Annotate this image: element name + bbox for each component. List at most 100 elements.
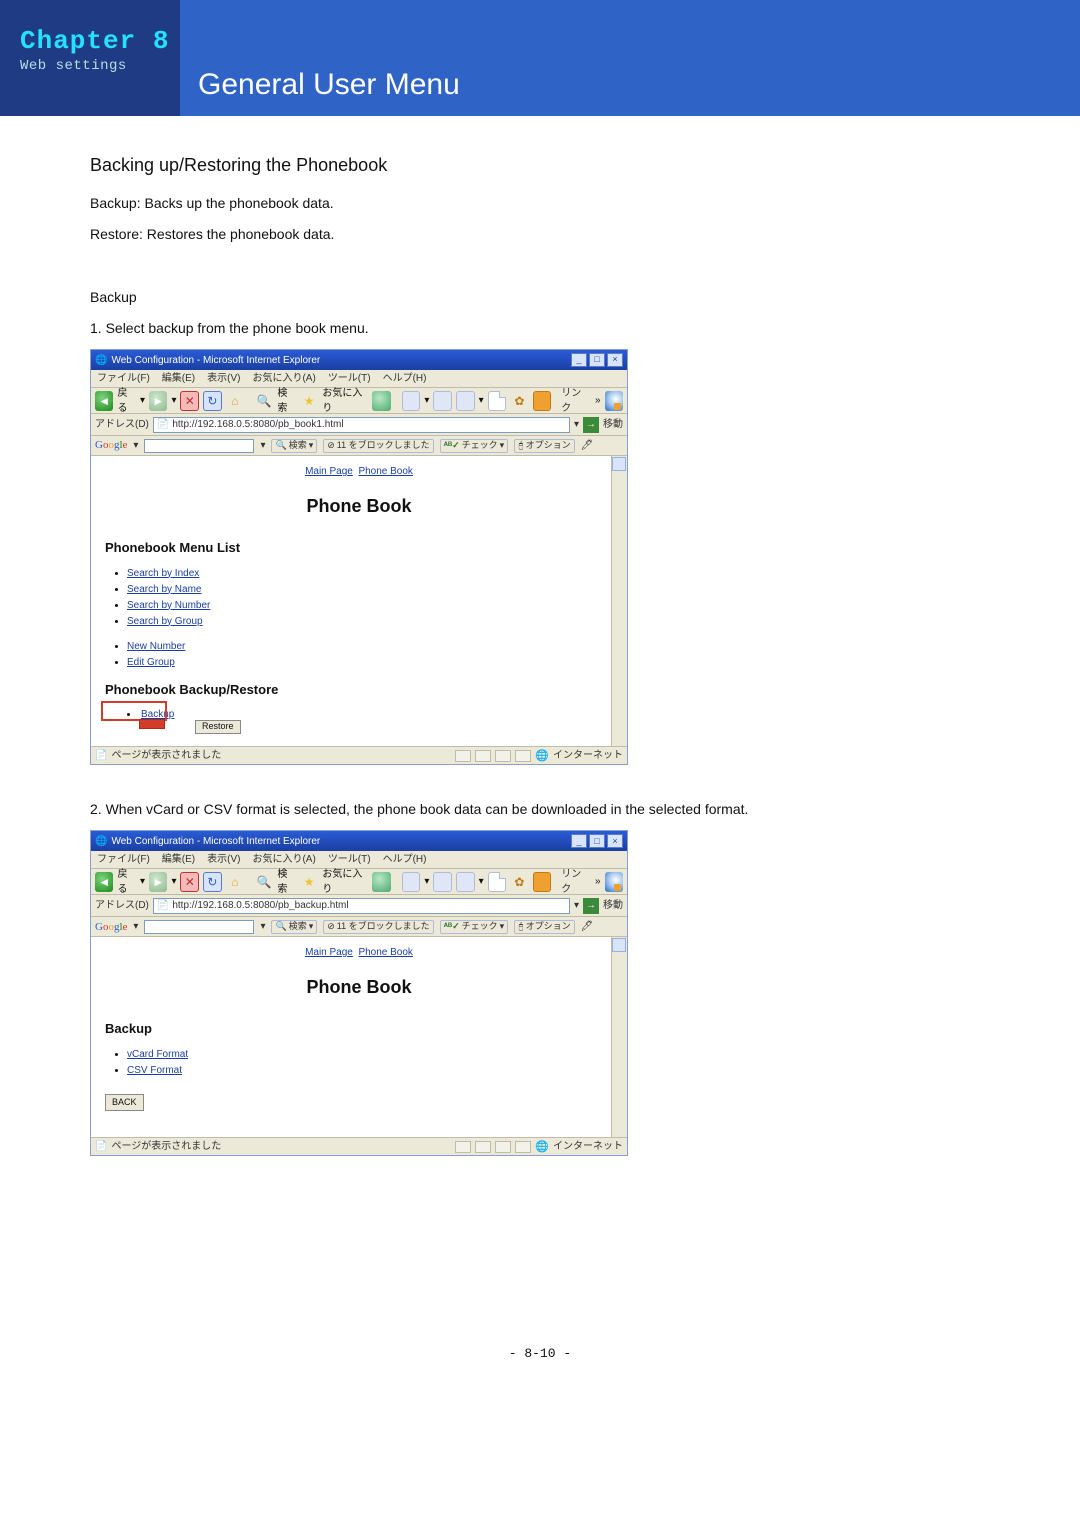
options-button[interactable]: 🖯 オプション xyxy=(514,439,574,453)
address-input[interactable]: 📄 http://192.168.0.5:8080/pb_backup.html xyxy=(153,898,570,914)
link-new-number[interactable]: New Number xyxy=(127,641,185,652)
link-vcard[interactable]: vCard Format xyxy=(127,1049,188,1060)
menu-file[interactable]: ファイル(F) xyxy=(97,852,150,867)
edit-dropdown-icon[interactable]: ▾ xyxy=(479,393,484,408)
menu-tools[interactable]: ツール(T) xyxy=(328,371,371,386)
link-search-index[interactable]: Search by Index xyxy=(127,568,199,579)
menu-tools[interactable]: ツール(T) xyxy=(328,852,371,867)
mail-dropdown-icon[interactable]: ▾ xyxy=(424,393,429,408)
refresh-icon[interactable]: ↻ xyxy=(203,872,222,892)
spellcheck-button[interactable]: ᴬᴮ✓ チェック ▾ xyxy=(440,920,509,934)
refresh-icon[interactable]: ↻ xyxy=(203,391,222,411)
print-icon[interactable] xyxy=(433,391,452,411)
mail-icon[interactable] xyxy=(402,872,421,892)
links-label[interactable]: リンク xyxy=(559,386,591,416)
stop-icon[interactable]: ✕ xyxy=(180,391,199,411)
favorites-label[interactable]: お気に入り xyxy=(322,867,368,897)
back-icon[interactable]: ◄ xyxy=(95,872,113,892)
forward-icon[interactable]: ► xyxy=(149,872,167,892)
menu-help[interactable]: ヘルプ(H) xyxy=(383,852,427,867)
mail-dropdown-icon[interactable]: ▾ xyxy=(424,874,429,889)
extra-icon[interactable] xyxy=(533,872,552,892)
back-dropdown-icon[interactable]: ▾ xyxy=(140,874,145,889)
close-button[interactable]: × xyxy=(607,834,623,848)
messenger-icon[interactable] xyxy=(605,391,623,411)
go-label[interactable]: 移動 xyxy=(603,417,623,432)
address-input[interactable]: 📄 http://192.168.0.5:8080/pb_book1.html xyxy=(153,417,570,433)
menu-file[interactable]: ファイル(F) xyxy=(97,371,150,386)
link-edit-group[interactable]: Edit Group xyxy=(127,657,175,668)
google-search-button[interactable]: 🔍 検索 ▾ xyxy=(271,439,317,453)
google-dropdown-icon[interactable]: ▾ xyxy=(133,438,138,453)
go-button[interactable]: → xyxy=(583,898,599,914)
back-label[interactable]: 戻る xyxy=(117,386,135,416)
link-search-group[interactable]: Search by Group xyxy=(127,616,203,627)
history-icon[interactable] xyxy=(372,391,390,411)
maximize-button[interactable]: □ xyxy=(589,834,605,848)
home-icon[interactable]: ⌂ xyxy=(226,391,244,411)
stop-icon[interactable]: ✕ xyxy=(180,872,199,892)
address-dropdown-icon[interactable]: ▾ xyxy=(574,417,579,432)
minimize-button[interactable]: _ xyxy=(571,834,587,848)
spellcheck-button[interactable]: ᴬᴮ✓ チェック ▾ xyxy=(440,439,509,453)
forward-dropdown-icon[interactable]: ▾ xyxy=(171,874,176,889)
links-chevron-icon[interactable]: » xyxy=(595,874,601,889)
popup-blocked-button[interactable]: ⊘ 11 をブロックしました xyxy=(323,439,433,453)
menu-favorites[interactable]: お気に入り(A) xyxy=(252,852,315,867)
crumb-phone[interactable]: Phone Book xyxy=(358,466,413,477)
go-button[interactable]: → xyxy=(583,417,599,433)
crumb-main[interactable]: Main Page xyxy=(305,947,353,958)
back-dropdown-icon[interactable]: ▾ xyxy=(140,393,145,408)
extra-icon[interactable] xyxy=(533,391,552,411)
gear-icon[interactable]: ✿ xyxy=(510,391,528,411)
scrollbar[interactable] xyxy=(611,937,627,1137)
links-label[interactable]: リンク xyxy=(559,867,591,897)
close-button[interactable]: × xyxy=(607,353,623,367)
scroll-up-icon[interactable] xyxy=(612,457,626,471)
address-dropdown-icon[interactable]: ▾ xyxy=(574,898,579,913)
menu-view[interactable]: 表示(V) xyxy=(207,852,240,867)
google-search-dropdown-icon[interactable]: ▾ xyxy=(260,919,265,934)
crumb-main[interactable]: Main Page xyxy=(305,466,353,477)
wand-icon[interactable]: 🖊 xyxy=(581,919,594,934)
home-icon[interactable]: ⌂ xyxy=(226,872,244,892)
link-backup[interactable]: Backup xyxy=(141,709,174,720)
back-label[interactable]: 戻る xyxy=(117,867,135,897)
messenger-icon[interactable] xyxy=(605,872,623,892)
maximize-button[interactable]: □ xyxy=(589,353,605,367)
gear-icon[interactable]: ✿ xyxy=(510,872,528,892)
mail-icon[interactable] xyxy=(402,391,421,411)
forward-dropdown-icon[interactable]: ▾ xyxy=(171,393,176,408)
favorites-icon[interactable]: ★ xyxy=(300,391,318,411)
link-csv[interactable]: CSV Format xyxy=(127,1065,182,1076)
search-icon[interactable]: 🔍 xyxy=(255,391,273,411)
history-icon[interactable] xyxy=(372,872,390,892)
forward-icon[interactable]: ► xyxy=(149,391,167,411)
popup-blocked-button[interactable]: ⊘ 11 をブロックしました xyxy=(323,920,433,934)
link-search-name[interactable]: Search by Name xyxy=(127,584,201,595)
edit-dropdown-icon[interactable]: ▾ xyxy=(479,874,484,889)
wand-icon[interactable]: 🖊 xyxy=(581,438,594,453)
favorites-icon[interactable]: ★ xyxy=(300,872,318,892)
options-button[interactable]: 🖯 オプション xyxy=(514,920,574,934)
print-icon[interactable] xyxy=(433,872,452,892)
search-label[interactable]: 検索 xyxy=(277,386,295,416)
menu-favorites[interactable]: お気に入り(A) xyxy=(252,371,315,386)
google-search-input[interactable] xyxy=(144,920,254,934)
scrollbar[interactable] xyxy=(611,456,627,746)
minimize-button[interactable]: _ xyxy=(571,353,587,367)
link-search-number[interactable]: Search by Number xyxy=(127,600,210,611)
links-chevron-icon[interactable]: » xyxy=(595,393,601,408)
menu-help[interactable]: ヘルプ(H) xyxy=(383,371,427,386)
edit-icon[interactable] xyxy=(456,391,475,411)
google-search-input[interactable] xyxy=(144,439,254,453)
discuss-icon[interactable] xyxy=(488,872,507,892)
menu-view[interactable]: 表示(V) xyxy=(207,371,240,386)
discuss-icon[interactable] xyxy=(488,391,507,411)
favorites-label[interactable]: お気に入り xyxy=(322,386,368,416)
go-label[interactable]: 移動 xyxy=(603,898,623,913)
back-button[interactable]: BACK xyxy=(105,1094,144,1112)
menu-edit[interactable]: 編集(E) xyxy=(162,371,195,386)
restore-button[interactable]: Restore xyxy=(195,720,241,734)
google-dropdown-icon[interactable]: ▾ xyxy=(133,919,138,934)
